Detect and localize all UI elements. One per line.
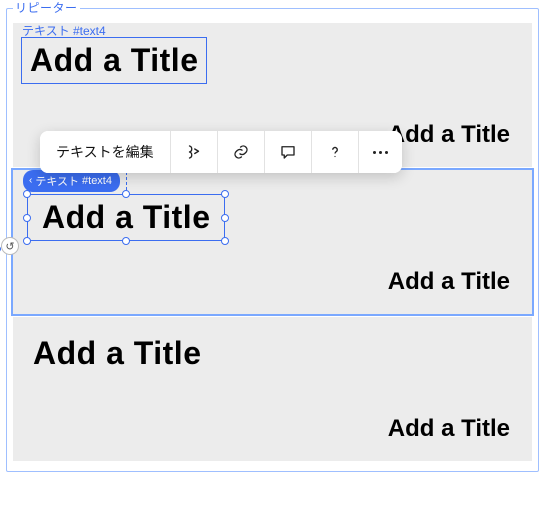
- resize-handle[interactable]: [23, 214, 31, 222]
- title-text-primary[interactable]: Add a Title: [34, 195, 218, 240]
- animation-button[interactable]: [171, 131, 218, 173]
- selected-text-element[interactable]: ‹ テキスト #text4 Add a Title ↺: [27, 194, 225, 241]
- resize-handle[interactable]: [221, 214, 229, 222]
- more-button[interactable]: [359, 131, 402, 173]
- resize-handle[interactable]: [122, 237, 130, 245]
- title-text-secondary[interactable]: Add a Title: [388, 268, 510, 296]
- repeater-cell[interactable]: Add a Title Add a Title: [13, 317, 532, 461]
- resize-handle[interactable]: [221, 237, 229, 245]
- selected-element-pill[interactable]: ‹ テキスト #text4: [23, 170, 120, 192]
- help-icon: [326, 143, 344, 161]
- repeater-container: リピーター テキスト #text4 Add a Title Add a Titl…: [6, 8, 539, 472]
- rotate-handle[interactable]: ↺: [1, 237, 19, 255]
- text-element-label: テキスト #text4: [22, 22, 106, 39]
- repeater-cell[interactable]: ‹ テキスト #text4 Add a Title ↺ Add a Title: [13, 170, 532, 314]
- comment-button[interactable]: [265, 131, 312, 173]
- title-text-secondary[interactable]: Add a Title: [388, 121, 510, 149]
- more-icon: [373, 151, 388, 154]
- text-element-outline[interactable]: テキスト #text4 Add a Title: [21, 37, 207, 84]
- title-text-secondary[interactable]: Add a Title: [388, 415, 510, 443]
- resize-handle[interactable]: [221, 190, 229, 198]
- title-text-primary[interactable]: Add a Title: [25, 331, 512, 376]
- edit-toolbar: テキストを編集: [40, 131, 402, 173]
- repeater-label: リピーター: [13, 0, 80, 16]
- resize-handle[interactable]: [23, 237, 31, 245]
- animation-icon: [185, 143, 203, 161]
- chevron-left-icon: ‹: [29, 176, 32, 186]
- link-button[interactable]: [218, 131, 265, 173]
- help-button[interactable]: [312, 131, 359, 173]
- link-icon: [232, 143, 250, 161]
- title-text-primary[interactable]: Add a Title: [22, 38, 206, 83]
- edit-text-button[interactable]: テキストを編集: [40, 131, 171, 173]
- resize-handle[interactable]: [23, 190, 31, 198]
- comment-icon: [279, 143, 297, 161]
